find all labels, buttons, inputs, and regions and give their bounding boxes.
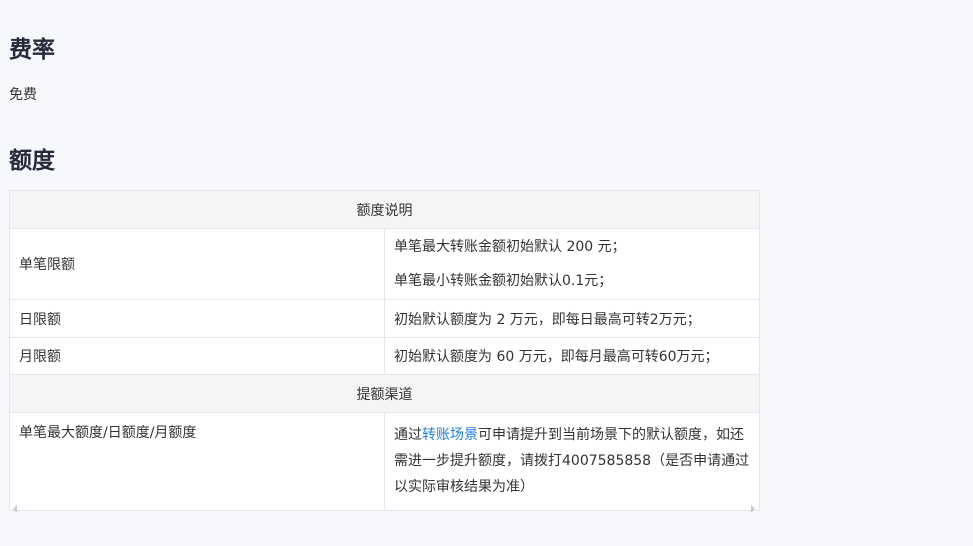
transfer-scene-link[interactable]: 转账场景 bbox=[422, 427, 478, 443]
row-label-day: 日限额 bbox=[9, 299, 385, 338]
document-page: 费率 免费 额度 额度说明 单笔限额 单笔最大转账金额初始默认 200 元； 单… bbox=[0, 0, 973, 546]
table-row: 单笔最大额度/日额度/月额度 通过转账场景可申请提升到当前场景下的默认额度，如还… bbox=[9, 412, 760, 511]
row-label-channel: 单笔最大额度/日额度/月额度 bbox=[9, 412, 385, 511]
channel-text: 通过转账场景可申请提升到当前场景下的默认额度，如还需进一步提升额度，请拨打400… bbox=[394, 422, 750, 500]
row-value-month: 初始默认额度为 60 万元，即每月最高可转60万元； bbox=[384, 337, 760, 375]
quota-table: 额度说明 单笔限额 单笔最大转账金额初始默认 200 元； 单笔最小转账金额初始… bbox=[9, 190, 760, 511]
channel-prefix: 通过 bbox=[394, 427, 422, 443]
horizontal-scrollbar[interactable] bbox=[9, 501, 759, 515]
table-header-row: 提额渠道 bbox=[9, 374, 760, 413]
table-header-channel: 提额渠道 bbox=[9, 374, 760, 413]
scroll-right-arrow-icon[interactable] bbox=[751, 505, 755, 513]
table-row: 日限额 初始默认额度为 2 万元，即每日最高可转2万元； bbox=[9, 299, 760, 338]
table-header-explain: 额度说明 bbox=[9, 190, 760, 229]
table-row: 单笔限额 单笔最大转账金额初始默认 200 元； 单笔最小转账金额初始默认0.1… bbox=[9, 228, 760, 300]
table-header-row: 额度说明 bbox=[9, 190, 760, 229]
section-title-quota: 额度 bbox=[9, 148, 55, 174]
table-row: 月限额 初始默认额度为 60 万元，即每月最高可转60万元； bbox=[9, 337, 760, 375]
single-max-text: 单笔最大转账金额初始默认 200 元； bbox=[394, 239, 626, 255]
row-value-single: 单笔最大转账金额初始默认 200 元； 单笔最小转账金额初始默认0.1元； bbox=[384, 228, 760, 300]
row-label-single: 单笔限额 bbox=[9, 228, 385, 300]
scroll-left-arrow-icon[interactable] bbox=[13, 505, 17, 513]
row-label-month: 月限额 bbox=[9, 337, 385, 375]
single-min-text: 单笔最小转账金额初始默认0.1元； bbox=[394, 273, 613, 289]
row-value-channel: 通过转账场景可申请提升到当前场景下的默认额度，如还需进一步提升额度，请拨打400… bbox=[384, 412, 760, 511]
section-title-fee: 费率 bbox=[9, 37, 55, 63]
fee-text: 免费 bbox=[9, 87, 37, 103]
row-value-day: 初始默认额度为 2 万元，即每日最高可转2万元； bbox=[384, 299, 760, 338]
